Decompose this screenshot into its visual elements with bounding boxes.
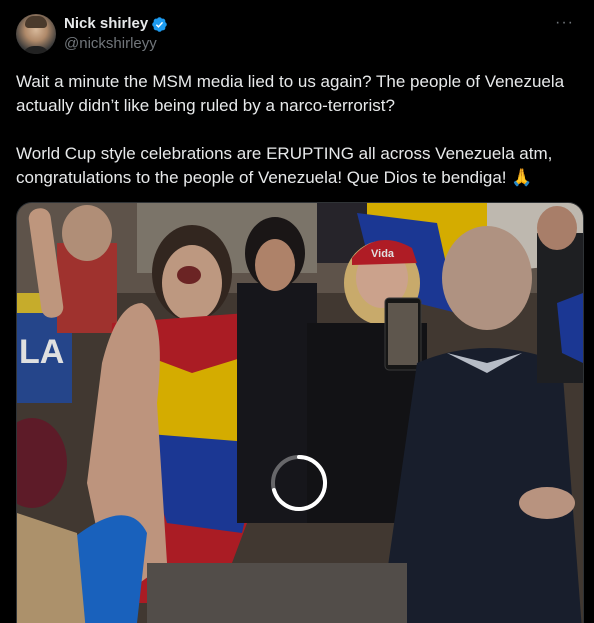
avatar-hair	[25, 16, 47, 28]
loading-spinner-icon	[271, 455, 328, 511]
display-name-row[interactable]: Nick shirley	[64, 14, 168, 34]
tweet-paragraph-2-text: World Cup style celebrations are ERUPTIN…	[16, 144, 553, 187]
tweet-card[interactable]: Nick shirley @nickshirleyy ··· Wait a mi…	[0, 0, 594, 623]
tweet-paragraph-1: Wait a minute the MSM media lied to us a…	[16, 72, 565, 115]
tweet-text: Wait a minute the MSM media lied to us a…	[16, 70, 578, 190]
verified-badge-icon	[152, 16, 167, 32]
avatar-shirt	[22, 46, 50, 54]
avatar[interactable]	[16, 14, 56, 54]
tweet-header: Nick shirley @nickshirleyy ···	[16, 14, 578, 62]
display-name[interactable]: Nick shirley	[64, 14, 148, 34]
author-handle[interactable]: @nickshirleyy	[64, 34, 168, 54]
video-player[interactable]: LA Vida	[16, 202, 584, 623]
author-names: Nick shirley @nickshirleyy	[64, 14, 168, 54]
video-frame: LA Vida	[17, 203, 583, 623]
praying-hands-emoji: 🙏	[511, 168, 533, 187]
tweet-paragraph-2: World Cup style celebrations are ERUPTIN…	[16, 142, 578, 190]
more-options-button[interactable]: ···	[551, 14, 578, 32]
more-horizontal-icon: ···	[555, 14, 574, 31]
